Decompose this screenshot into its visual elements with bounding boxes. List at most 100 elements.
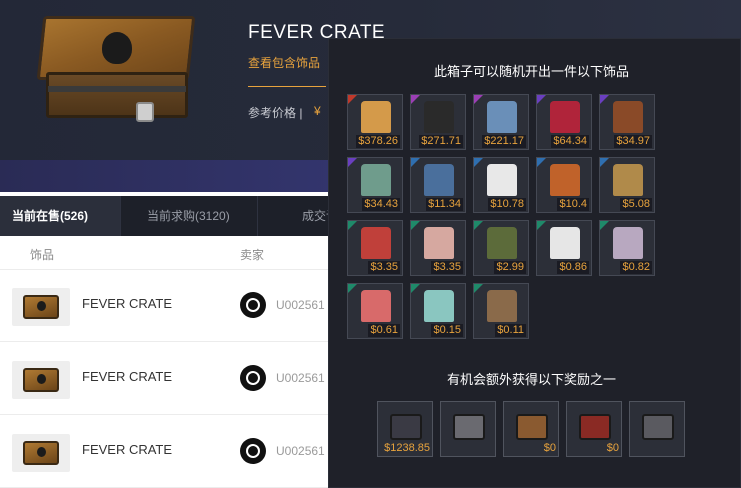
item-tile[interactable]: $10.4: [536, 157, 592, 213]
item-tile[interactable]: $11.34: [410, 157, 466, 213]
leather-jacket-icon: [613, 101, 643, 133]
tab-transactions[interactable]: 成交记: [258, 196, 338, 236]
crate-image: [36, 16, 196, 122]
rarity-marker: [474, 221, 483, 230]
crate-thumbnail-icon: [23, 295, 59, 319]
dark-crate-icon: [390, 414, 422, 440]
item-price: $10.78: [488, 198, 526, 211]
item-tile[interactable]: $5.08: [599, 157, 655, 213]
silver-crate-icon: [642, 414, 674, 440]
rarity-marker: [600, 158, 609, 167]
rarity-marker: [537, 95, 546, 104]
seller-id: U002561: [276, 371, 325, 385]
item-tile[interactable]: $3.35: [410, 220, 466, 276]
item-thumbnail: [12, 288, 70, 326]
bonus-tile[interactable]: $0: [503, 401, 559, 457]
item-price: $34.43: [362, 198, 400, 211]
item-price: $34.97: [614, 135, 652, 148]
striped-polo-icon: [361, 290, 391, 322]
bonus-title: 有机会额外获得以下奖励之一: [446, 372, 616, 387]
red-pants-icon: [361, 227, 391, 259]
seller-avatar[interactable]: [240, 438, 266, 464]
rarity-marker: [411, 158, 420, 167]
red-scarf-icon: [550, 101, 580, 133]
seller-id: U002561: [276, 444, 325, 458]
rarity-marker: [474, 95, 483, 104]
listing-item-name: FEVER CRATE: [82, 296, 173, 311]
crate-emblem-icon: [102, 32, 132, 64]
rarity-marker: [474, 284, 483, 293]
item-tile[interactable]: $378.26: [347, 94, 403, 150]
item-price: $0.15: [431, 324, 463, 337]
item-price: $2.99: [494, 261, 526, 274]
reference-price-label: 参考价格 |: [248, 106, 303, 120]
item-price: $11.34: [426, 198, 463, 211]
rarity-marker: [537, 221, 546, 230]
item-price: $221.17: [482, 135, 526, 148]
item-price: $271.71: [419, 135, 463, 148]
popup-title: 此箱子可以随机开出一件以下饰品: [433, 64, 629, 79]
listing-item-name: FEVER CRATE: [82, 369, 173, 384]
rarity-marker: [411, 95, 420, 104]
rarity-marker: [348, 95, 357, 104]
crate-band: [48, 86, 186, 92]
padlock-icon: [136, 102, 154, 122]
rarity-marker: [348, 221, 357, 230]
reference-price-value: ¥: [314, 104, 321, 118]
item-price: $64.34: [551, 135, 589, 148]
rarity-marker: [411, 221, 420, 230]
rarity-marker: [411, 284, 420, 293]
column-seller: 卖家: [240, 248, 265, 262]
orange-pants-icon: [550, 164, 580, 196]
green-jacket-icon: [361, 164, 391, 196]
item-tile[interactable]: $0.82: [599, 220, 655, 276]
item-tile[interactable]: $34.43: [347, 157, 403, 213]
item-tile[interactable]: $10.78: [473, 157, 529, 213]
bonus-tile[interactable]: $1238.85: [377, 401, 433, 457]
item-tile[interactable]: $0.61: [347, 283, 403, 339]
item-tile[interactable]: $2.99: [473, 220, 529, 276]
gloves-icon: [487, 227, 517, 259]
item-tile[interactable]: $0.86: [536, 220, 592, 276]
tab-on-sale[interactable]: 当前在售(526): [0, 196, 120, 236]
boots-icon: [613, 164, 643, 196]
item-tile[interactable]: $3.35: [347, 220, 403, 276]
seller-avatar[interactable]: [240, 365, 266, 391]
item-tile[interactable]: $221.17: [473, 94, 529, 150]
item-thumbnail: [12, 434, 70, 472]
item-tile[interactable]: $64.34: [536, 94, 592, 150]
jeans-icon: [424, 164, 454, 196]
brown-crate-icon: [516, 414, 548, 440]
rarity-marker: [537, 158, 546, 167]
crate-thumbnail-icon: [23, 441, 59, 465]
bonus-tile[interactable]: $0: [566, 401, 622, 457]
item-tile[interactable]: $0.11: [473, 283, 529, 339]
item-price: $3.35: [368, 261, 400, 274]
plaid-shirt-icon: [613, 227, 643, 259]
teal-tshirt-icon: [424, 290, 454, 322]
rarity-marker: [600, 95, 609, 104]
column-item: 饰品: [30, 248, 55, 262]
item-price: $3.35: [431, 261, 463, 274]
bonus-price: $0: [606, 442, 619, 454]
bonus-tile[interactable]: [440, 401, 496, 457]
white-shirt-icon: [550, 227, 580, 259]
rarity-marker: [474, 158, 483, 167]
bonus-price: $0: [543, 442, 556, 454]
item-thumbnail: [12, 361, 70, 399]
plaid-skirt-icon: [361, 101, 391, 133]
crate-thumbnail-icon: [23, 368, 59, 392]
seller-avatar[interactable]: [240, 292, 266, 318]
denim-jacket-icon: [487, 101, 517, 133]
sneakers-icon: [424, 227, 454, 259]
grey-crate-icon: [453, 414, 485, 440]
tab-buy-orders[interactable]: 当前求购(3120): [121, 196, 257, 236]
seller-id: U002561: [276, 298, 325, 312]
bonus-tile[interactable]: [629, 401, 685, 457]
crate-contents-popup: 此箱子可以随机开出一件以下饰品 $378.26 $271.71 $221.17 $64…: [328, 38, 741, 488]
item-tile[interactable]: $0.15: [410, 283, 466, 339]
black-top-icon: [424, 101, 454, 133]
item-tile[interactable]: $34.97: [599, 94, 655, 150]
view-contents-link[interactable]: 查看包含饰品: [248, 54, 320, 71]
item-tile[interactable]: $271.71: [410, 94, 466, 150]
